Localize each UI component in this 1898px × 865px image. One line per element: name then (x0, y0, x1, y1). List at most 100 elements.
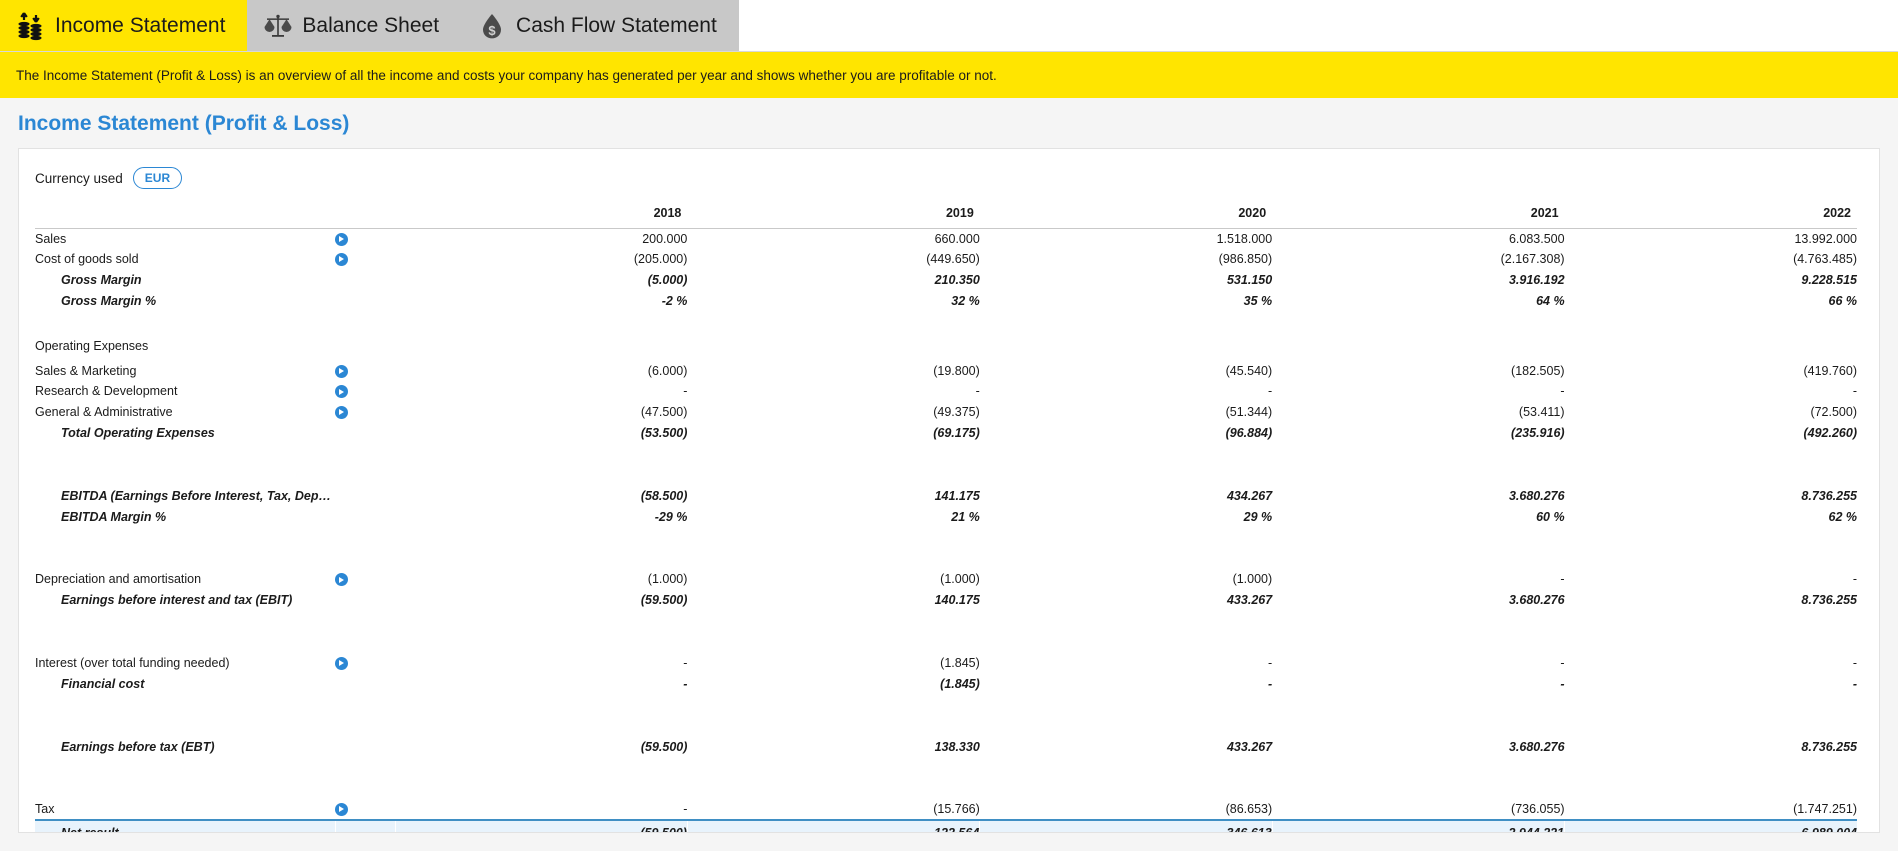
row-value: (1.747.251) (1565, 799, 1857, 820)
row-value: (1.000) (395, 569, 687, 590)
row-value: - (1565, 381, 1857, 402)
row-value: (736.055) (1272, 799, 1564, 820)
row-value: - (1272, 673, 1564, 694)
row-label: Net result (35, 820, 335, 833)
row-expand-cell (335, 249, 395, 270)
row-value: (45.540) (980, 360, 1272, 381)
row-label: Financial cost (35, 673, 335, 694)
row-spacer (35, 527, 1857, 548)
row-value: - (980, 653, 1272, 674)
row-expand-cell (335, 736, 395, 757)
expand-icon[interactable] (335, 253, 348, 266)
row-value: (205.000) (395, 249, 687, 270)
water-drop-dollar-icon: $ (477, 11, 507, 41)
row-value: - (1565, 673, 1857, 694)
row-label: Gross Margin % (35, 290, 335, 311)
row-spacer (35, 632, 1857, 653)
row-value: 3.916.192 (1272, 270, 1564, 291)
row-value: -2 % (395, 290, 687, 311)
row-value: 6.989.004 (1565, 820, 1857, 833)
header-spacer-icon (335, 199, 395, 227)
row-spacer (35, 611, 1857, 632)
row-expand-cell (335, 653, 395, 674)
row-value: 6.083.500 (1272, 228, 1564, 249)
table-row: Earnings before interest and tax (EBIT) … (35, 590, 1857, 611)
column-header-year: 2018 (395, 199, 687, 227)
row-spacer (35, 715, 1857, 736)
row-expand-cell (335, 402, 395, 423)
row-value: (19.800) (687, 360, 979, 381)
table-row: Gross Margin % -2 % 32 % 35 % 64 % 66 % (35, 290, 1857, 311)
row-value: (51.344) (980, 402, 1272, 423)
row-value: 138.330 (687, 736, 979, 757)
table-row: General & Administrative (47.500) (49.37… (35, 402, 1857, 423)
info-banner-text: The Income Statement (Profit & Loss) is … (16, 68, 997, 83)
expand-icon[interactable] (335, 365, 348, 378)
balance-scale-icon (263, 11, 293, 41)
row-value: 660.000 (687, 228, 979, 249)
row-value: (2.167.308) (1272, 249, 1564, 270)
row-value: (182.505) (1272, 360, 1564, 381)
row-value: - (1565, 653, 1857, 674)
row-value: (449.650) (687, 249, 979, 270)
row-value: (86.653) (980, 799, 1272, 820)
row-expand-cell (335, 590, 395, 611)
table-row: Sales 200.000 660.000 1.518.000 6.083.50… (35, 228, 1857, 249)
table-row-net-result: Net result (59.500) 122.564 346.613 2.94… (35, 820, 1857, 833)
row-spacer (35, 694, 1857, 715)
row-label: Sales & Marketing (35, 360, 335, 381)
currency-row: Currency used EUR (35, 163, 1857, 193)
currency-label: Currency used (35, 171, 123, 186)
row-value: (53.500) (395, 423, 687, 444)
table-header-row: 2018 2019 2020 2021 2022 (35, 199, 1857, 227)
expand-icon[interactable] (335, 385, 348, 398)
row-value: 1.518.000 (980, 228, 1272, 249)
row-value: (1.845) (687, 673, 979, 694)
page-title-container: Income Statement (Profit & Loss) (0, 98, 1898, 148)
tab-balance-sheet[interactable]: Balance Sheet (247, 0, 461, 51)
row-value: 531.150 (980, 270, 1272, 291)
header-spacer (35, 199, 335, 227)
column-header-year: 2022 (1565, 199, 1857, 227)
row-spacer (35, 548, 1857, 569)
table-row: Earnings before tax (EBT) (59.500) 138.3… (35, 736, 1857, 757)
expand-icon[interactable] (335, 573, 348, 586)
row-value: (69.175) (687, 423, 979, 444)
row-value: 433.267 (980, 590, 1272, 611)
row-value: (6.000) (395, 360, 687, 381)
row-value: 3.680.276 (1272, 485, 1564, 506)
expand-icon[interactable] (335, 803, 348, 816)
column-header-year: 2019 (687, 199, 979, 227)
row-value: (58.500) (395, 485, 687, 506)
row-expand-cell (335, 820, 395, 833)
currency-selector[interactable]: EUR (133, 167, 182, 189)
row-value: 122.564 (687, 820, 979, 833)
tab-label: Cash Flow Statement (516, 14, 717, 38)
tab-cash-flow-statement[interactable]: $ Cash Flow Statement (461, 0, 739, 51)
row-value: (1.845) (687, 653, 979, 674)
row-value: (47.500) (395, 402, 687, 423)
expand-icon[interactable] (335, 406, 348, 419)
expand-icon[interactable] (335, 657, 348, 670)
row-label: Interest (over total funding needed) (35, 653, 335, 674)
row-value: 13.992.000 (1565, 228, 1857, 249)
row-label: Earnings before interest and tax (EBIT) (35, 590, 335, 611)
row-value: 64 % (1272, 290, 1564, 311)
row-expand-cell (335, 228, 395, 249)
column-header-year: 2021 (1272, 199, 1564, 227)
statement-card: Currency used EUR 2018 2019 2020 2021 20… (18, 148, 1880, 833)
row-value: (1.000) (687, 569, 979, 590)
row-value: (96.884) (980, 423, 1272, 444)
row-value: 141.175 (687, 485, 979, 506)
row-value: - (395, 653, 687, 674)
section-header-operating-expenses: Operating Expenses (35, 332, 1857, 360)
table-row: Depreciation and amortisation (1.000) (1… (35, 569, 1857, 590)
row-expand-cell (335, 423, 395, 444)
income-statement-table: 2018 2019 2020 2021 2022 Sales 200.000 6… (35, 199, 1857, 833)
row-label: Tax (35, 799, 335, 820)
tab-income-statement[interactable]: Income Statement (0, 0, 247, 51)
row-value: (59.500) (395, 736, 687, 757)
coin-stacks-icon (16, 11, 46, 41)
expand-icon[interactable] (335, 233, 348, 246)
row-value: 3.680.276 (1272, 590, 1564, 611)
